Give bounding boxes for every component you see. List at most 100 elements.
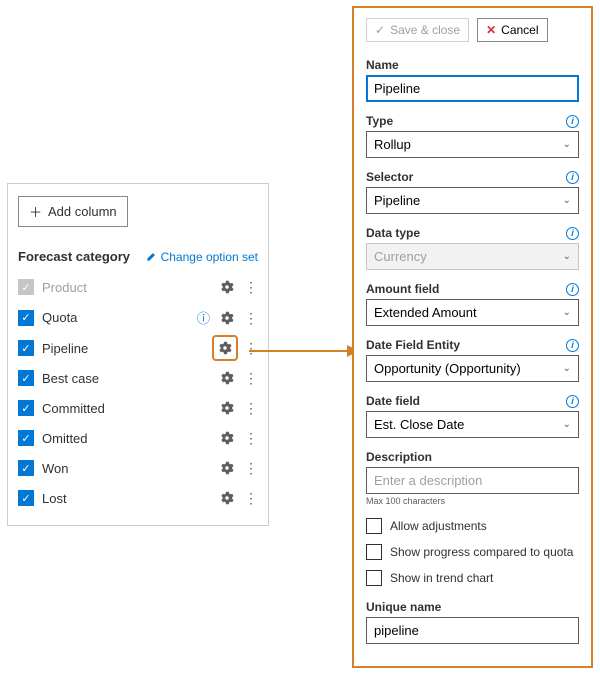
save-close-button[interactable]: ✓ Save & close [366, 18, 469, 42]
row-product: ✓ Product ⋮ [18, 272, 258, 302]
chevron-down-icon: ⌄ [563, 419, 571, 430]
data-type-field-block: Data type i Currency ⌄ [366, 226, 579, 270]
row-label: Pipeline [42, 341, 216, 356]
description-helper: Max 100 characters [366, 496, 579, 506]
checkbox-product: ✓ [18, 279, 34, 295]
date-field-block: Date field i Est. Close Date ⌄ [366, 394, 579, 438]
type-label: Type [366, 114, 393, 128]
row-label: Lost [42, 491, 220, 506]
info-icon[interactable]: i [566, 227, 579, 240]
more-icon[interactable]: ⋮ [244, 341, 258, 355]
description-input[interactable] [366, 467, 579, 494]
columns-panel: ＋ Add column Forecast category Change op… [7, 183, 269, 526]
gear-icon[interactable] [220, 401, 234, 415]
show-progress-row: Show progress compared to quota [366, 544, 579, 560]
add-column-button[interactable]: ＋ Add column [18, 196, 128, 227]
change-option-set-link[interactable]: Change option set [146, 250, 258, 264]
show-trend-checkbox[interactable] [366, 570, 382, 586]
unique-name-field-block: Unique name [366, 600, 579, 644]
pencil-icon [146, 251, 157, 262]
row-committed: ✓ Committed ⋮ [18, 393, 258, 423]
selector-label: Selector [366, 170, 413, 184]
chevron-down-icon: ⌄ [563, 195, 571, 206]
chevron-down-icon: ⌄ [563, 363, 571, 374]
description-label: Description [366, 450, 432, 464]
save-close-label: Save & close [390, 23, 460, 37]
show-trend-label: Show in trend chart [390, 571, 493, 585]
show-progress-label: Show progress compared to quota [390, 545, 573, 559]
amount-field-select[interactable]: Extended Amount ⌄ [366, 299, 579, 326]
data-type-select: Currency ⌄ [366, 243, 579, 270]
panel-toolbar: ✓ Save & close ✕ Cancel [366, 18, 579, 42]
checkbox-quota[interactable]: ✓ [18, 310, 34, 326]
info-icon[interactable]: i [566, 171, 579, 184]
unique-name-label: Unique name [366, 600, 441, 614]
row-label: Quota [42, 310, 197, 325]
checkbox-pipeline[interactable]: ✓ [18, 340, 34, 356]
checkbox-omitted[interactable]: ✓ [18, 430, 34, 446]
more-icon[interactable]: ⋮ [244, 431, 258, 445]
allow-adjustments-checkbox[interactable] [366, 518, 382, 534]
amount-field-label: Amount field [366, 282, 439, 296]
row-won: ✓ Won ⋮ [18, 453, 258, 483]
gear-icon[interactable] [220, 431, 234, 445]
gear-icon[interactable] [220, 311, 234, 325]
more-icon[interactable]: ⋮ [244, 401, 258, 415]
selector-select[interactable]: Pipeline ⌄ [366, 187, 579, 214]
gear-icon[interactable] [220, 491, 234, 505]
chevron-down-icon: ⌄ [563, 251, 571, 262]
gear-icon[interactable] [220, 371, 234, 385]
column-properties-panel: ✓ Save & close ✕ Cancel Name Type i Roll… [352, 6, 593, 668]
date-entity-value: Opportunity (Opportunity) [374, 361, 521, 376]
show-progress-checkbox[interactable] [366, 544, 382, 560]
date-entity-select[interactable]: Opportunity (Opportunity) ⌄ [366, 355, 579, 382]
row-label: Won [42, 461, 220, 476]
gear-icon-highlighted[interactable] [212, 335, 238, 361]
cancel-button[interactable]: ✕ Cancel [477, 18, 547, 42]
more-icon[interactable]: ⋮ [244, 311, 258, 325]
category-header: Forecast category Change option set [18, 249, 258, 264]
info-icon[interactable]: i [566, 395, 579, 408]
gear-icon[interactable] [220, 461, 234, 475]
info-icon[interactable]: i [566, 283, 579, 296]
info-icon[interactable]: ⓘ [197, 308, 210, 327]
info-icon[interactable]: i [566, 339, 579, 352]
close-icon: ✕ [486, 23, 496, 37]
category-title: Forecast category [18, 249, 130, 264]
row-lost: ✓ Lost ⋮ [18, 483, 258, 513]
checkbox-lost[interactable]: ✓ [18, 490, 34, 506]
show-trend-row: Show in trend chart [366, 570, 579, 586]
more-icon[interactable]: ⋮ [244, 491, 258, 505]
type-select[interactable]: Rollup ⌄ [366, 131, 579, 158]
row-quota: ✓ Quota ⓘ ⋮ [18, 302, 258, 333]
checkbox-best-case[interactable]: ✓ [18, 370, 34, 386]
check-icon: ✓ [375, 23, 385, 37]
type-field-block: Type i Rollup ⌄ [366, 114, 579, 158]
date-field-value: Est. Close Date [374, 417, 464, 432]
gear-icon[interactable] [220, 280, 234, 294]
more-icon[interactable]: ⋮ [244, 461, 258, 475]
unique-name-input[interactable] [366, 617, 579, 644]
date-entity-label: Date Field Entity [366, 338, 460, 352]
date-field-select[interactable]: Est. Close Date ⌄ [366, 411, 579, 438]
data-type-label: Data type [366, 226, 420, 240]
amount-field-value: Extended Amount [374, 305, 477, 320]
allow-adjustments-label: Allow adjustments [390, 519, 487, 533]
description-field-block: Description Max 100 characters [366, 450, 579, 506]
change-option-set-label: Change option set [161, 250, 258, 264]
row-omitted: ✓ Omitted ⋮ [18, 423, 258, 453]
row-label: Product [42, 280, 220, 295]
row-pipeline: ✓ Pipeline ⋮ [18, 333, 258, 363]
row-label: Best case [42, 371, 220, 386]
info-icon[interactable]: i [566, 115, 579, 128]
amount-field-block: Amount field i Extended Amount ⌄ [366, 282, 579, 326]
checkbox-won[interactable]: ✓ [18, 460, 34, 476]
more-icon[interactable]: ⋮ [244, 371, 258, 385]
category-rows: ✓ Product ⋮ ✓ Quota ⓘ ⋮ ✓ Pipeline ⋮ [18, 272, 258, 513]
row-label: Omitted [42, 431, 220, 446]
row-label: Committed [42, 401, 220, 416]
checkbox-committed[interactable]: ✓ [18, 400, 34, 416]
type-value: Rollup [374, 137, 411, 152]
more-icon[interactable]: ⋮ [244, 280, 258, 294]
name-input[interactable] [366, 75, 579, 102]
